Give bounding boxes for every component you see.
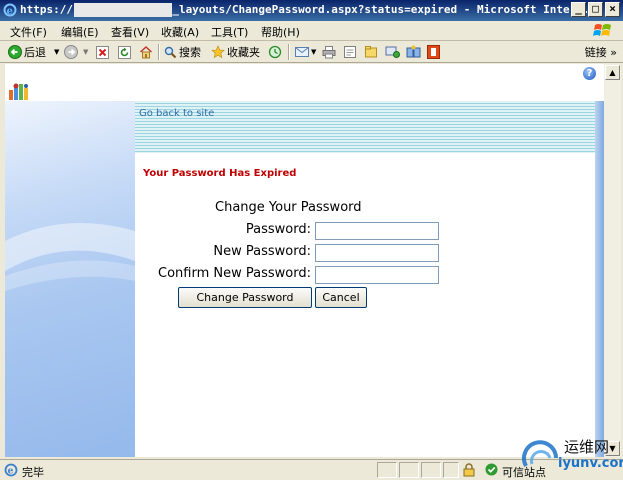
windows-logo-icon — [593, 24, 611, 36]
status-panel — [421, 462, 441, 478]
favorites-label: 收藏夹 — [227, 46, 260, 59]
confirm-password-input[interactable] — [315, 266, 439, 284]
forward-button[interactable]: ▼ — [64, 44, 88, 60]
help-icon[interactable]: ? — [583, 67, 596, 80]
links-label: 链接 — [584, 46, 607, 59]
left-navigation-pane — [5, 101, 135, 457]
history-button[interactable] — [268, 44, 282, 60]
scroll-up-button[interactable]: ▲ — [605, 65, 620, 80]
office-icon — [427, 45, 440, 59]
right-border-decoration — [595, 101, 604, 457]
edit-document-icon — [344, 46, 356, 58]
back-dropdown-icon[interactable]: ▼ — [54, 48, 59, 56]
refresh-icon — [118, 45, 131, 59]
status-text: 完毕 — [22, 466, 44, 479]
home-icon — [139, 45, 153, 59]
mail-button[interactable]: ▼ — [295, 44, 316, 60]
folder-icon — [365, 46, 377, 58]
password-expired-heading: Your Password Has Expired — [143, 168, 297, 179]
watermark-url-text: iyunv.com — [558, 456, 623, 471]
favorites-star-icon — [211, 45, 225, 59]
password-input[interactable] — [315, 222, 439, 240]
maximize-button[interactable]: □ — [588, 2, 603, 17]
back-arrow-icon — [8, 45, 22, 59]
window-title-bar[interactable]: e https:// :/_layouts/ChangePassword.asp… — [0, 0, 623, 21]
edit-page-button[interactable] — [343, 44, 357, 60]
svg-text:e: e — [7, 6, 13, 17]
forward-arrow-icon — [64, 45, 78, 59]
sharepoint-logo-icon — [9, 83, 28, 100]
search-label: 搜索 — [179, 46, 201, 59]
standard-toolbar: 后退 ▼ ▼ 搜索 收藏夹 ▼ 链接 » — [0, 41, 623, 63]
title-band: Go back to site — [135, 101, 595, 153]
office-button[interactable] — [427, 44, 440, 60]
menu-bar: 文件(F) 编辑(E) 查看(V) 收藏(A) 工具(T) 帮助(H) — [0, 21, 623, 41]
svg-text:e: e — [8, 467, 14, 477]
page-done-icon: e — [4, 463, 18, 477]
research-icon — [406, 45, 421, 58]
vertical-scrollbar[interactable]: ▲ ▼ — [604, 64, 621, 457]
menu-view[interactable]: 查看(V) — [111, 24, 149, 40]
menu-favorites[interactable]: 收藏(A) — [161, 24, 199, 40]
logo-strip — [5, 83, 604, 101]
watermark-logo-icon — [522, 440, 558, 467]
redacted-host — [74, 3, 172, 17]
stop-button[interactable] — [96, 44, 109, 60]
mail-icon — [295, 47, 309, 57]
new-password-input[interactable] — [315, 244, 439, 262]
links-toolbar[interactable]: 链接 » — [585, 44, 617, 60]
research-button[interactable] — [406, 44, 421, 60]
printer-icon — [322, 46, 336, 59]
menu-help[interactable]: 帮助(H) — [261, 24, 300, 40]
favorites-button[interactable]: 收藏夹 — [211, 44, 260, 60]
page-viewport: ? Go back to site Your Password Has Expi… — [5, 64, 604, 457]
form-title: Change Your Password — [215, 200, 362, 215]
messenger-button[interactable] — [385, 44, 400, 60]
stop-icon — [96, 45, 109, 59]
cancel-button[interactable]: Cancel — [315, 287, 367, 308]
status-panel — [377, 462, 397, 478]
go-back-link[interactable]: Go back to site — [139, 108, 214, 119]
history-icon — [268, 45, 282, 59]
refresh-button[interactable] — [118, 44, 131, 60]
menu-edit[interactable]: 编辑(E) — [61, 24, 99, 40]
internet-explorer-icon: e — [3, 3, 17, 17]
new-password-label: New Password: — [213, 244, 311, 259]
close-button[interactable]: × — [605, 2, 620, 17]
top-strip — [5, 64, 604, 83]
search-button[interactable]: 搜索 — [164, 44, 201, 60]
search-icon — [164, 46, 177, 58]
password-label: Password: — [245, 222, 311, 237]
chevron-right-icon: » — [610, 46, 617, 59]
minimize-button[interactable]: _ — [571, 2, 586, 17]
status-panel — [443, 462, 459, 478]
change-password-panel: Your Password Has Expired Change Your Pa… — [135, 153, 595, 457]
change-password-button[interactable]: Change Password — [178, 287, 312, 308]
wave-decoration — [5, 223, 135, 291]
back-label: 后退 — [24, 46, 46, 59]
watermark: 运维网 iyunv.com — [520, 432, 623, 478]
confirm-password-label: Confirm New Password: — [158, 266, 311, 281]
menu-file[interactable]: 文件(F) — [10, 24, 47, 40]
back-button[interactable]: 后退 ▼ — [8, 44, 59, 60]
menu-tools[interactable]: 工具(T) — [211, 24, 248, 40]
discuss-button[interactable] — [364, 44, 378, 60]
watermark-cn-text: 运维网 — [564, 438, 610, 456]
print-button[interactable] — [322, 44, 336, 60]
toolbar-separator — [288, 44, 289, 60]
mail-dropdown-icon[interactable]: ▼ — [311, 48, 316, 56]
toolbar-separator — [158, 44, 159, 60]
status-panel — [399, 462, 419, 478]
home-button[interactable] — [139, 44, 153, 60]
messenger-icon — [385, 46, 400, 58]
trusted-site-check-icon — [485, 463, 498, 476]
forward-dropdown-icon[interactable]: ▼ — [83, 48, 88, 56]
lock-icon[interactable] — [463, 463, 475, 477]
